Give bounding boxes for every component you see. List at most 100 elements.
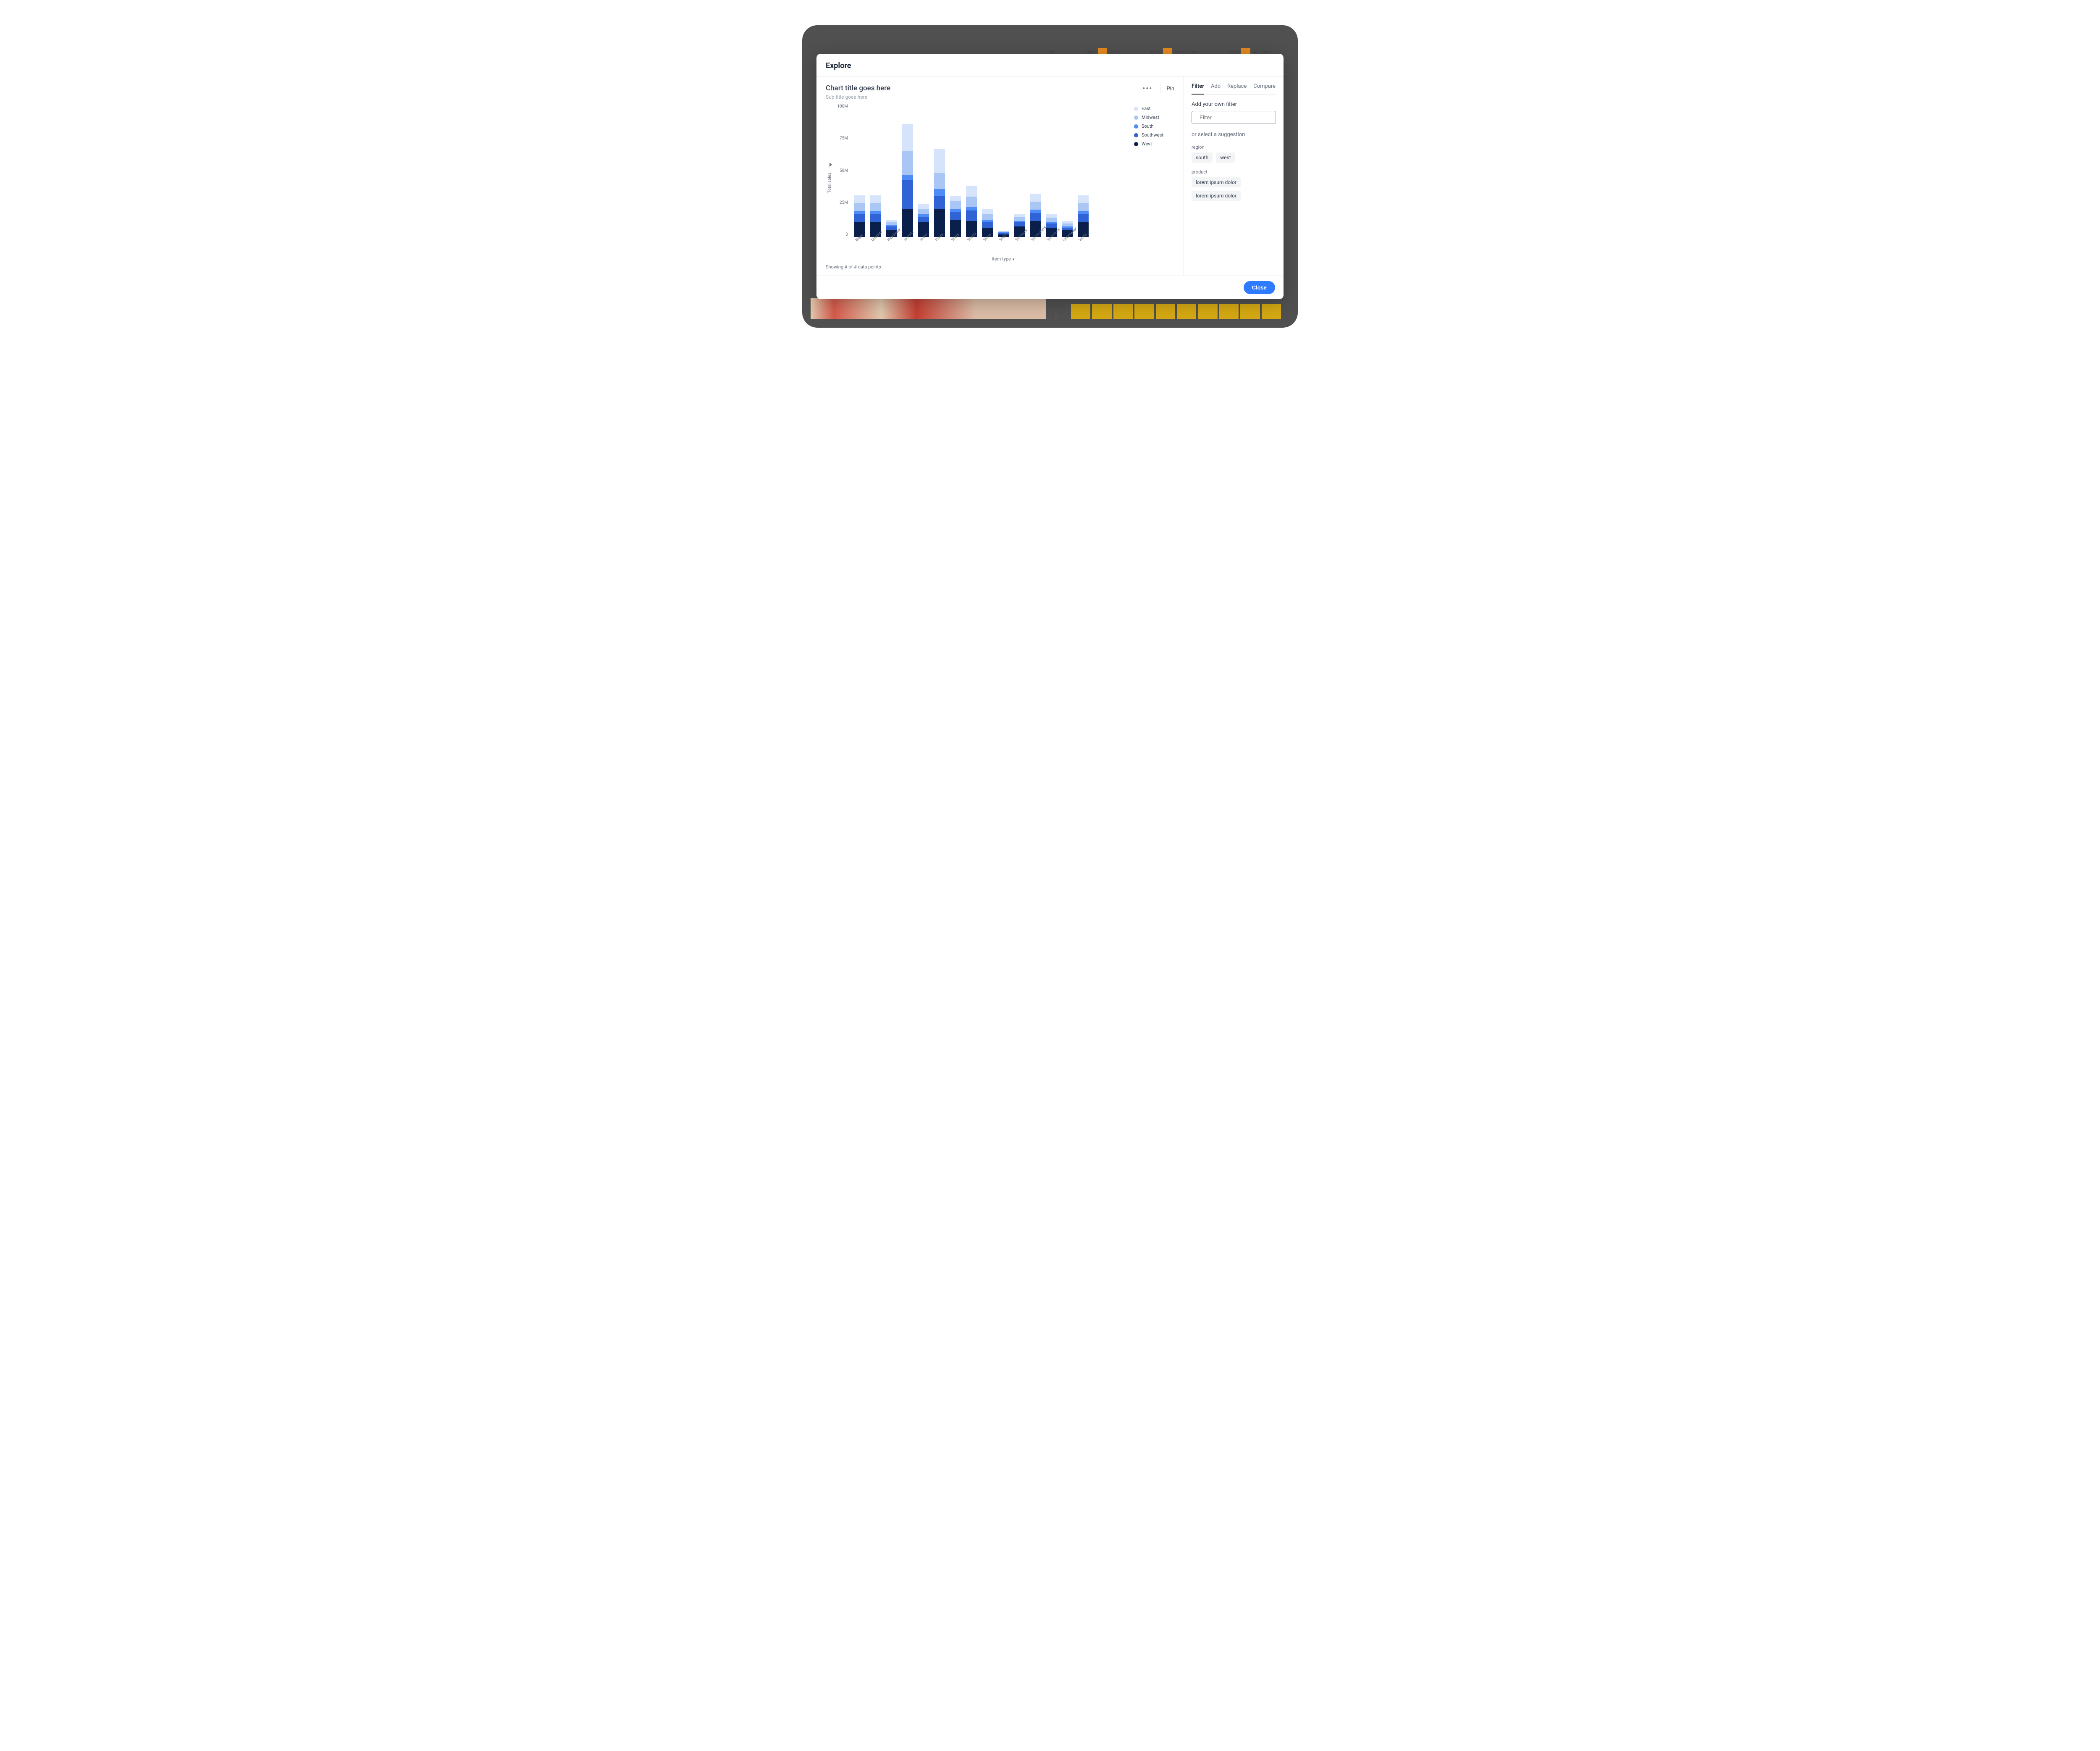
- legend-label: West: [1142, 141, 1152, 147]
- x-tick: Sweaters: [1013, 237, 1024, 254]
- bar-headwear[interactable]: [886, 104, 897, 237]
- x-tick: Shirts: [950, 237, 961, 254]
- bar-underwear[interactable]: [1062, 104, 1073, 237]
- bar-skirts[interactable]: [982, 104, 993, 237]
- bar-segment: [870, 211, 881, 214]
- bar-shorts[interactable]: [966, 104, 977, 237]
- x-tick: Jeans: [918, 237, 929, 254]
- bar-segment: [966, 207, 977, 210]
- bar-segment: [870, 195, 881, 203]
- chart-legend: East Midwest South Southwest West: [1128, 104, 1174, 237]
- x-tick: Swimwear: [1045, 237, 1056, 254]
- bar-segment: [950, 201, 961, 209]
- close-button[interactable]: Close: [1244, 281, 1275, 294]
- x-tick: Sweatshirts: [1029, 237, 1040, 254]
- bar-socks[interactable]: [998, 104, 1009, 237]
- filter-input[interactable]: [1199, 114, 1274, 121]
- tab-compare[interactable]: Compare: [1253, 83, 1276, 94]
- bg-axis-sales: sales: [1054, 310, 1058, 319]
- x-axis-ticks: BagsDressesHeadwearJacketsJeansPantsShir…: [850, 237, 1174, 254]
- bar-segment: [934, 196, 945, 209]
- legend-swatch: [1134, 142, 1138, 146]
- x-tick: Socks: [998, 237, 1008, 254]
- bar-vests[interactable]: [1078, 104, 1089, 237]
- bar-segment: [854, 211, 865, 214]
- bar-segment: [854, 203, 865, 211]
- bar-dresses[interactable]: [870, 104, 881, 237]
- chart-bars: [851, 104, 1128, 237]
- filter-input-wrap[interactable]: [1192, 111, 1276, 124]
- x-tick: Headwear: [886, 237, 897, 254]
- bar-segment: [1046, 218, 1057, 221]
- tab-filter[interactable]: Filter: [1192, 83, 1204, 95]
- legend-item[interactable]: West: [1134, 141, 1174, 147]
- bar-segment: [902, 175, 913, 180]
- y-axis-ticks: 100M75M50M25M0: [832, 104, 850, 237]
- bar-segment: [966, 197, 977, 207]
- legend-label: Southwest: [1142, 132, 1163, 138]
- legend-item[interactable]: South: [1134, 124, 1174, 129]
- modal-title: Explore: [816, 54, 1284, 76]
- x-tick: Pants: [934, 237, 945, 254]
- bar-segment: [1030, 213, 1041, 221]
- bar-bags[interactable]: [854, 104, 865, 237]
- bar-segment: [886, 226, 897, 230]
- bar-segment: [982, 222, 993, 228]
- bar-segment: [902, 180, 913, 209]
- bar-sweaters[interactable]: [1014, 104, 1025, 237]
- suggestion-chip[interactable]: lorem ipsum dolor: [1192, 191, 1241, 201]
- x-tick: Shorts: [966, 237, 976, 254]
- legend-swatch: [1134, 133, 1138, 137]
- bar-segment: [1046, 214, 1057, 218]
- x-tick: Dresses: [870, 237, 881, 254]
- legend-item[interactable]: Midwest: [1134, 115, 1174, 120]
- x-tick: Vests: [1077, 237, 1088, 254]
- pin-button[interactable]: Pin: [1166, 86, 1174, 92]
- suggestion-group-label: product: [1192, 169, 1276, 175]
- chart-subtitle: Sub title goes here: [826, 94, 890, 100]
- x-tick: Underwear: [1061, 237, 1072, 254]
- bar-segment: [982, 209, 993, 215]
- bar-segment: [934, 189, 945, 196]
- x-tick: Bags: [854, 237, 865, 254]
- suggestion-chip[interactable]: lorem ipsum dolor: [1192, 177, 1241, 187]
- legend-swatch: [1134, 107, 1138, 111]
- bar-segment: [934, 149, 945, 173]
- bg-tick-10m: 10M: [1063, 304, 1071, 308]
- suggestion-group-label: region: [1192, 145, 1276, 150]
- bar-segment: [918, 204, 929, 209]
- bar-segment: [950, 196, 961, 201]
- bar-jackets[interactable]: [902, 104, 913, 237]
- y-tick: 25M: [832, 200, 848, 205]
- side-panel: FilterAddReplaceCompare Add your own fil…: [1184, 76, 1284, 276]
- legend-item[interactable]: East: [1134, 106, 1174, 111]
- legend-label: East: [1142, 106, 1151, 111]
- more-icon[interactable]: •••: [1141, 84, 1154, 93]
- suggestion-chip[interactable]: west: [1216, 152, 1235, 163]
- expand-caret-icon[interactable]: [830, 163, 832, 167]
- x-tick: Skirts: [982, 237, 992, 254]
- tab-add[interactable]: Add: [1211, 83, 1221, 94]
- bar-sweatshirts[interactable]: [1030, 104, 1041, 237]
- bar-segment: [966, 210, 977, 221]
- bar-pants[interactable]: [934, 104, 945, 237]
- tab-replace[interactable]: Replace: [1227, 83, 1247, 94]
- device-frame: 5M 3.85M3.52M 3.55M4.09M3.84M 3.67M4M3.8…: [802, 25, 1298, 328]
- bar-segment: [1014, 217, 1025, 221]
- bar-segment: [854, 214, 865, 222]
- legend-item[interactable]: Southwest: [1134, 132, 1174, 138]
- side-tabs: Filter Add Replace Compare: [1192, 83, 1276, 95]
- legend-label: Midwest: [1142, 115, 1159, 120]
- bar-segment: [1030, 194, 1041, 202]
- suggestion-chip[interactable]: south: [1192, 152, 1213, 163]
- bar-segment: [1014, 222, 1025, 226]
- bar-segment: [982, 214, 993, 220]
- bar-jeans[interactable]: [918, 104, 929, 237]
- legend-swatch: [1134, 124, 1138, 129]
- bar-segment: [1030, 210, 1041, 213]
- bar-segment: [918, 209, 929, 215]
- bar-swimwear[interactable]: [1046, 104, 1057, 237]
- bar-shirts[interactable]: [950, 104, 961, 237]
- y-tick: 100M: [832, 104, 848, 109]
- x-axis-label[interactable]: item type: [832, 256, 1174, 262]
